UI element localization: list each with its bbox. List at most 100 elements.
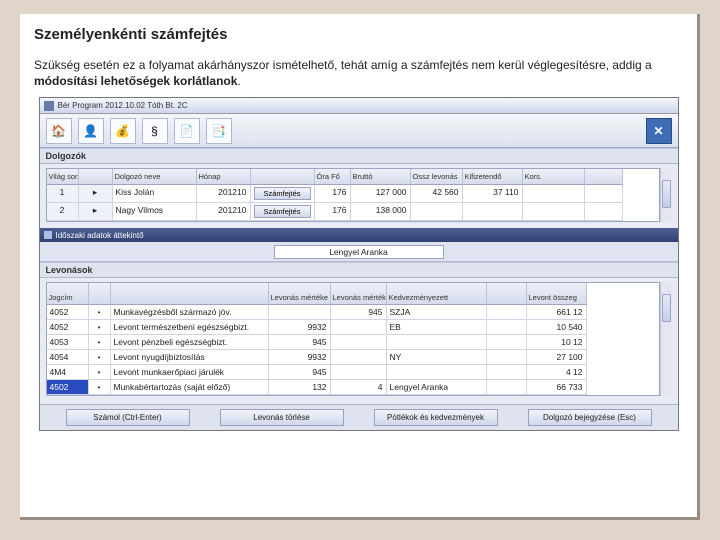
cell-lev: 661 12 bbox=[527, 305, 587, 320]
deductions-grid-header: Jogcím Levonás mértéke (Ft) Levonás mért… bbox=[47, 283, 659, 305]
employees-grid-header: Világ sorsz. Dolgozó neve Hónap Óra Fő B… bbox=[47, 169, 659, 185]
section-dolgozok: Dolgozók bbox=[40, 148, 678, 164]
col-kif: Kifizetendő bbox=[463, 169, 523, 185]
cell-desc: Levont nyugdíjbiztosítás bbox=[111, 350, 269, 365]
levonas-torlese-button[interactable]: Levonás törlése bbox=[220, 409, 344, 426]
cell-sel-icon[interactable]: ▸ bbox=[79, 185, 113, 203]
table-row[interactable]: 4054•Levont nyugdíjbiztosítás9932NY27 10… bbox=[47, 350, 659, 365]
scrollbar-thumb[interactable] bbox=[662, 294, 671, 322]
app-icon bbox=[44, 101, 54, 111]
cell-name: Kiss Jolán bbox=[113, 185, 197, 203]
table-row[interactable]: 1 ▸ Kiss Jolán 201210 Számfejtés 176 127… bbox=[47, 185, 659, 203]
cell-honap: 201210 bbox=[197, 185, 251, 203]
name-row: Lengyel Aranka bbox=[40, 242, 678, 262]
cell-blank bbox=[487, 350, 527, 365]
cell-kedv: SZJA bbox=[387, 305, 487, 320]
desc-bold: módosítási lehetőségek korlátlanok bbox=[34, 74, 237, 88]
cell-desc: Munkavégzésből származó jöv. bbox=[111, 305, 269, 320]
window2-titlebar[interactable]: Időszaki adatok áttekintő bbox=[40, 228, 678, 242]
cell-dot[interactable]: • bbox=[89, 305, 111, 320]
close-button[interactable]: ✕ bbox=[646, 118, 672, 144]
tool-user-icon[interactable]: 👤 bbox=[78, 118, 104, 144]
tool-home-icon[interactable]: 🏠 bbox=[46, 118, 72, 144]
cell-mPc bbox=[331, 335, 387, 350]
cell-dot[interactable]: • bbox=[89, 320, 111, 335]
tool-paragraph-icon[interactable]: § bbox=[142, 118, 168, 144]
cell-code: 4502 bbox=[47, 380, 89, 395]
cell-blank bbox=[487, 365, 527, 380]
cell-name: Nagy Vilmos bbox=[113, 203, 197, 221]
tool-export-icon[interactable]: 📑 bbox=[206, 118, 232, 144]
cell-brutto: 127 000 bbox=[351, 185, 411, 203]
cell-desc: Levont pénzbeli egészségbizt. bbox=[111, 335, 269, 350]
cell-dot[interactable]: • bbox=[89, 365, 111, 380]
cell-blank bbox=[487, 305, 527, 320]
table-row[interactable]: 4053•Levont pénzbeli egészségbizt.94510 … bbox=[47, 335, 659, 350]
scrollbar[interactable] bbox=[660, 282, 672, 396]
tool-money-icon[interactable]: 💰 bbox=[110, 118, 136, 144]
cell-dot[interactable]: • bbox=[89, 335, 111, 350]
app-window: Bér Program 2012.10.02 Tóth Bt. 2C 🏠 👤 💰… bbox=[39, 97, 679, 431]
window1-titlebar[interactable]: Bér Program 2012.10.02 Tóth Bt. 2C bbox=[40, 98, 678, 114]
cell-code: 4054 bbox=[47, 350, 89, 365]
col-blank bbox=[79, 169, 113, 185]
table-row[interactable]: 2 ▸ Nagy Vilmos 201210 Számfejtés 176 13… bbox=[47, 203, 659, 221]
col2-blank2 bbox=[487, 283, 527, 305]
tool-report-icon[interactable]: 📄 bbox=[174, 118, 200, 144]
cell-dot[interactable]: • bbox=[89, 350, 111, 365]
cell-mFt: 132 bbox=[269, 380, 331, 395]
employee-name-field[interactable]: Lengyel Aranka bbox=[274, 245, 444, 259]
table-row[interactable]: 4052•Levont természetbeni egészségbizt.9… bbox=[47, 320, 659, 335]
button-bar: Számol (Ctrl-Enter) Levonás törlése Pótl… bbox=[40, 404, 678, 430]
col2-blank bbox=[89, 283, 111, 305]
cell-ora: 176 bbox=[315, 185, 351, 203]
col-ora: Óra Fő bbox=[315, 169, 351, 185]
scrollbar[interactable] bbox=[660, 168, 672, 222]
col-end bbox=[585, 169, 623, 185]
scrollbar-thumb[interactable] bbox=[662, 180, 671, 208]
cell-blank bbox=[487, 335, 527, 350]
col-name: Dolgozó neve bbox=[113, 169, 197, 185]
cell-mFt: 945 bbox=[269, 335, 331, 350]
cell-lev: 42 560 bbox=[411, 185, 463, 203]
szamfejtes-button[interactable]: Számfejtés bbox=[254, 205, 311, 218]
desc-text-1: Szükség esetén ez a folyamat akárhányszo… bbox=[34, 58, 652, 72]
cell-desc: Levont természetbeni egészségbizt. bbox=[111, 320, 269, 335]
cell-dot[interactable]: • bbox=[89, 380, 111, 395]
cell-mPc: 4 bbox=[331, 380, 387, 395]
szamol-button[interactable]: Számol (Ctrl-Enter) bbox=[66, 409, 190, 426]
col-lev: Ossz levonás bbox=[411, 169, 463, 185]
cell-lev: 66 733 bbox=[527, 380, 587, 395]
cell-mPc bbox=[331, 350, 387, 365]
potlekok-button[interactable]: Pótlékok és kedvezmények bbox=[374, 409, 498, 426]
window1-title: Bér Program 2012.10.02 Tóth Bt. 2C bbox=[58, 101, 188, 110]
col2-lev: Levont összeg bbox=[527, 283, 587, 305]
cell-lev: 27 100 bbox=[527, 350, 587, 365]
col-kor: Kors. bbox=[523, 169, 585, 185]
employees-grid[interactable]: Világ sorsz. Dolgozó neve Hónap Óra Fő B… bbox=[46, 168, 660, 222]
cell-mFt: 9932 bbox=[269, 320, 331, 335]
table-row[interactable]: 4M4•Levont munkaerőpiaci járulék9454 12 bbox=[47, 365, 659, 380]
cell-lev: 10 12 bbox=[527, 335, 587, 350]
cell-mFt: 9932 bbox=[269, 350, 331, 365]
cell-kif: 37 110 bbox=[463, 185, 523, 203]
cell-mPc: 945 bbox=[331, 305, 387, 320]
table-row[interactable]: 4502•Munkabértartozás (saját előző)1324L… bbox=[47, 380, 659, 395]
szamfejtes-button[interactable]: Számfejtés bbox=[254, 187, 311, 200]
col-action bbox=[251, 169, 315, 185]
col-brutto: Bruttó bbox=[351, 169, 411, 185]
cell-kor bbox=[523, 203, 585, 221]
cell-brutto: 138 000 bbox=[351, 203, 411, 221]
cell-end bbox=[585, 203, 623, 221]
cell-mPc bbox=[331, 320, 387, 335]
table-row[interactable]: 4052•Munkavégzésből származó jöv.945SZJA… bbox=[47, 305, 659, 320]
cell-sel-icon[interactable]: ▸ bbox=[79, 203, 113, 221]
cell-code: 4M4 bbox=[47, 365, 89, 380]
cell-code: 4052 bbox=[47, 320, 89, 335]
deductions-grid[interactable]: Jogcím Levonás mértéke (Ft) Levonás mért… bbox=[46, 282, 660, 396]
cell-ora: 176 bbox=[315, 203, 351, 221]
cell-btn: Számfejtés bbox=[251, 203, 315, 221]
toolbar: 🏠 👤 💰 § 📄 📑 ✕ bbox=[40, 114, 678, 148]
dolgozo-bejegyzese-button[interactable]: Dolgozó bejegyzése (Esc) bbox=[528, 409, 652, 426]
section-levonasok: Levonások bbox=[40, 262, 678, 278]
